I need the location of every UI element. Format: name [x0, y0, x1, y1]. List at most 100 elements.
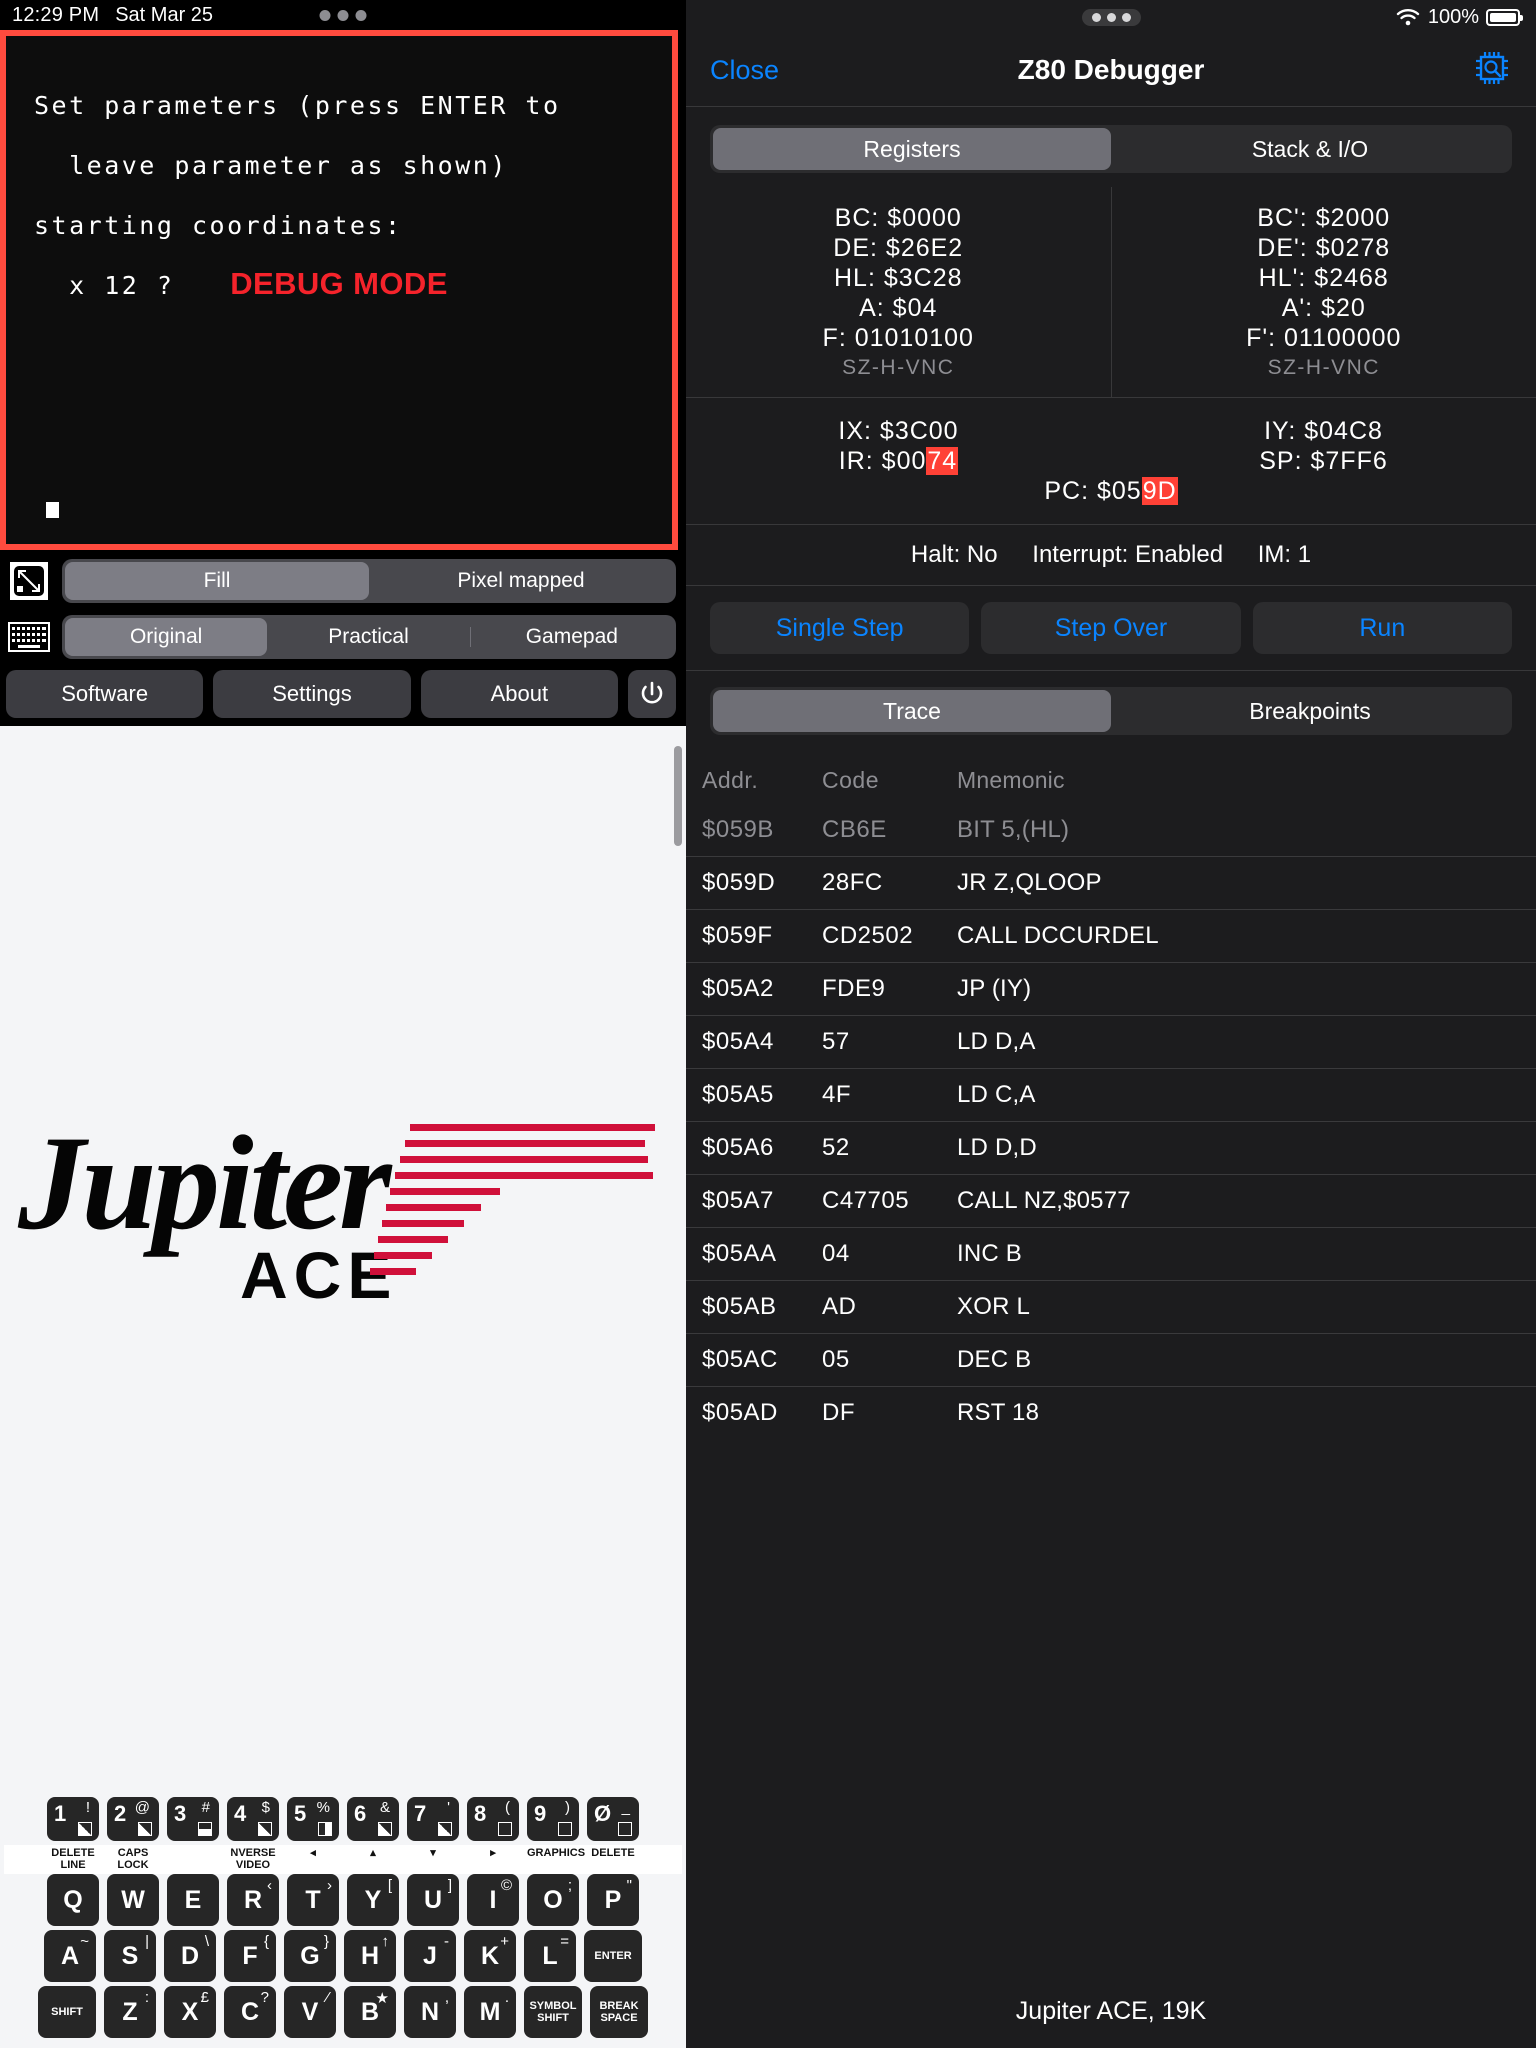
trace-row[interactable]: $05A7 C47705 CALL NZ,$0577	[686, 1174, 1536, 1227]
key-P[interactable]: P "	[587, 1874, 639, 1926]
key-X[interactable]: X £	[164, 1986, 216, 2038]
key-Z[interactable]: Z:	[104, 1986, 156, 2038]
trace-segment[interactable]: Trace Breakpoints	[710, 687, 1512, 735]
keyboard-mode-segment[interactable]: Original Practical Gamepad	[62, 615, 676, 659]
key-enter[interactable]: ENTER	[584, 1930, 642, 1982]
key-main: S	[121, 1941, 139, 1970]
key-graphic-icon	[78, 1822, 92, 1836]
key-4[interactable]: 4 $	[227, 1797, 279, 1841]
reg-f: F: 01010100	[686, 323, 1111, 353]
keyboard-row-a[interactable]: A ~ S | D \ F{G} H ↑ J - K + L = ENTER	[4, 1930, 682, 1982]
key-R[interactable]: R ‹	[227, 1874, 279, 1926]
multitask-dots-icon[interactable]	[319, 9, 367, 21]
trace-row[interactable]: $05AC 05 DEC B	[686, 1333, 1536, 1386]
virtual-keyboard[interactable]: 1! 2 @3 #4 $5% 6 & 7 ' 8(9) Ø _ DELETE LINE CAPS LOCK N…	[0, 1797, 686, 2048]
key-Y[interactable]: Y[	[347, 1874, 399, 1926]
key-8[interactable]: 8(	[467, 1797, 519, 1841]
key-O[interactable]: O;	[527, 1874, 579, 1926]
screen-resize-icon	[6, 558, 52, 604]
tab-registers[interactable]: Registers	[713, 128, 1111, 170]
key-W[interactable]: W	[107, 1874, 159, 1926]
key-Q[interactable]: Q	[47, 1874, 99, 1926]
emulator-screen[interactable]: Set parameters (press ENTER to leave par…	[0, 30, 678, 550]
key-symbol-shift[interactable]: SYMBOL SHIFT	[524, 1986, 582, 2038]
key-D[interactable]: D \	[164, 1930, 216, 1982]
step-over-button[interactable]: Step Over	[981, 602, 1241, 654]
key-3[interactable]: 3 #	[167, 1797, 219, 1841]
software-button[interactable]: Software	[6, 670, 204, 718]
segment-gamepad[interactable]: Gamepad	[471, 618, 673, 656]
settings-button[interactable]: Settings	[213, 670, 411, 718]
trace-row[interactable]: $05AA 04 INC B	[686, 1227, 1536, 1280]
key-shift-symbol: %	[316, 1799, 330, 1816]
key-V[interactable]: V ⁄	[284, 1986, 336, 2038]
trace-row[interactable]: $059B CB6E BIT 5,(HL)	[686, 804, 1536, 856]
registers-segment[interactable]: Registers Stack & I/O	[710, 125, 1512, 173]
key-M[interactable]: M.	[464, 1986, 516, 2038]
trace-code: 4F	[822, 1081, 852, 1108]
trace-row[interactable]: $05A5 4F LD C,A	[686, 1068, 1536, 1121]
trace-row[interactable]: $059F CD2502 CALL DCCURDEL	[686, 909, 1536, 962]
scrollbar[interactable]	[674, 746, 682, 846]
key-K[interactable]: K +	[464, 1930, 516, 1982]
key-T[interactable]: T ›	[287, 1874, 339, 1926]
display-mode-row: Fill Pixel mapped	[6, 558, 676, 604]
key-A[interactable]: A ~	[44, 1930, 96, 1982]
trace-row[interactable]: $05A4 57 LD D,A	[686, 1015, 1536, 1068]
chip-inspect-icon[interactable]	[1472, 48, 1512, 93]
key-legend-3: NVERSE VIDEO	[230, 1847, 276, 1871]
key-9[interactable]: 9)	[527, 1797, 579, 1841]
close-button[interactable]: Close	[710, 55, 779, 86]
display-mode-segment[interactable]: Fill Pixel mapped	[62, 559, 676, 603]
key-U[interactable]: U]	[407, 1874, 459, 1926]
segment-original[interactable]: Original	[65, 618, 268, 656]
power-button[interactable]	[627, 670, 676, 718]
keyboard-legend-row: DELETE LINE CAPS LOCK NVERSE VIDEO ◂ ▴ ▾ ▸ GRAPHIC…	[4, 1845, 682, 1874]
segment-pixel-mapped[interactable]: Pixel mapped	[369, 562, 673, 600]
key-H[interactable]: H ↑	[344, 1930, 396, 1982]
key-S[interactable]: S |	[104, 1930, 156, 1982]
segment-practical[interactable]: Practical	[267, 618, 469, 656]
single-step-button[interactable]: Single Step	[710, 602, 970, 654]
multitask-dots-icon-right[interactable]	[1081, 8, 1141, 26]
trace-addr: $059B	[702, 816, 774, 843]
tab-breakpoints[interactable]: Breakpoints	[1111, 690, 1509, 732]
key-F[interactable]: F{	[224, 1930, 276, 1982]
keyboard-row-z[interactable]: SHIFT Z: X £ C? V ⁄ B ★ N, M. SYMBOL SHIFT BREAK SPACE	[4, 1986, 682, 2038]
key-shift-symbol: ★	[375, 1990, 389, 2007]
trace-row[interactable]: $059D 28FC JR Z,QLOOP	[686, 856, 1536, 909]
key-G[interactable]: G}	[284, 1930, 336, 1982]
key-shift[interactable]: SHIFT	[38, 1986, 96, 2038]
key-N[interactable]: N,	[404, 1986, 456, 2038]
key-L[interactable]: L =	[524, 1930, 576, 1982]
key-B[interactable]: B ★	[344, 1986, 396, 2038]
key-7[interactable]: 7 '	[407, 1797, 459, 1841]
key-I[interactable]: I ©	[467, 1874, 519, 1926]
trace-row[interactable]: $05A6 52 LD D,D	[686, 1121, 1536, 1174]
key-shift-symbol: \	[204, 1933, 209, 1950]
tab-stack-io[interactable]: Stack & I/O	[1111, 128, 1509, 170]
run-button[interactable]: Run	[1252, 602, 1512, 654]
trace-table[interactable]: Addr. Code Mnemonic $059B CB6E BIT 5,(HL) $…	[686, 745, 1536, 1981]
key-legend-2	[167, 1847, 219, 1871]
key-2[interactable]: 2 @	[107, 1797, 159, 1841]
trace-row[interactable]: $05AD DF RST 18	[686, 1386, 1536, 1439]
segment-fill[interactable]: Fill	[65, 562, 369, 600]
key-legend-6: ▾	[430, 1847, 436, 1859]
trace-code: FDE9	[822, 975, 886, 1002]
keyboard-row-numbers[interactable]: 1! 2 @3 #4 $5% 6 & 7 ' 8(9) Ø _	[4, 1797, 682, 1841]
key-6[interactable]: 6 &	[347, 1797, 399, 1841]
keyboard-row-q[interactable]: Q W E R ‹ T › Y[U] I © O; P "	[4, 1874, 682, 1926]
key-E[interactable]: E	[167, 1874, 219, 1926]
trace-row[interactable]: $05A2 FDE9 JP (IY)	[686, 962, 1536, 1015]
about-button[interactable]: About	[420, 670, 618, 718]
key-Ø[interactable]: Ø _	[587, 1797, 639, 1841]
tab-trace[interactable]: Trace	[713, 690, 1111, 732]
key-C[interactable]: C?	[224, 1986, 276, 2038]
key-1[interactable]: 1!	[47, 1797, 99, 1841]
trace-row[interactable]: $05AB AD XOR L	[686, 1280, 1536, 1333]
key-5[interactable]: 5%	[287, 1797, 339, 1841]
key-break-space[interactable]: BREAK SPACE	[590, 1986, 648, 2038]
key-J[interactable]: J-	[404, 1930, 456, 1982]
key-shift-symbol: {	[263, 1933, 269, 1950]
